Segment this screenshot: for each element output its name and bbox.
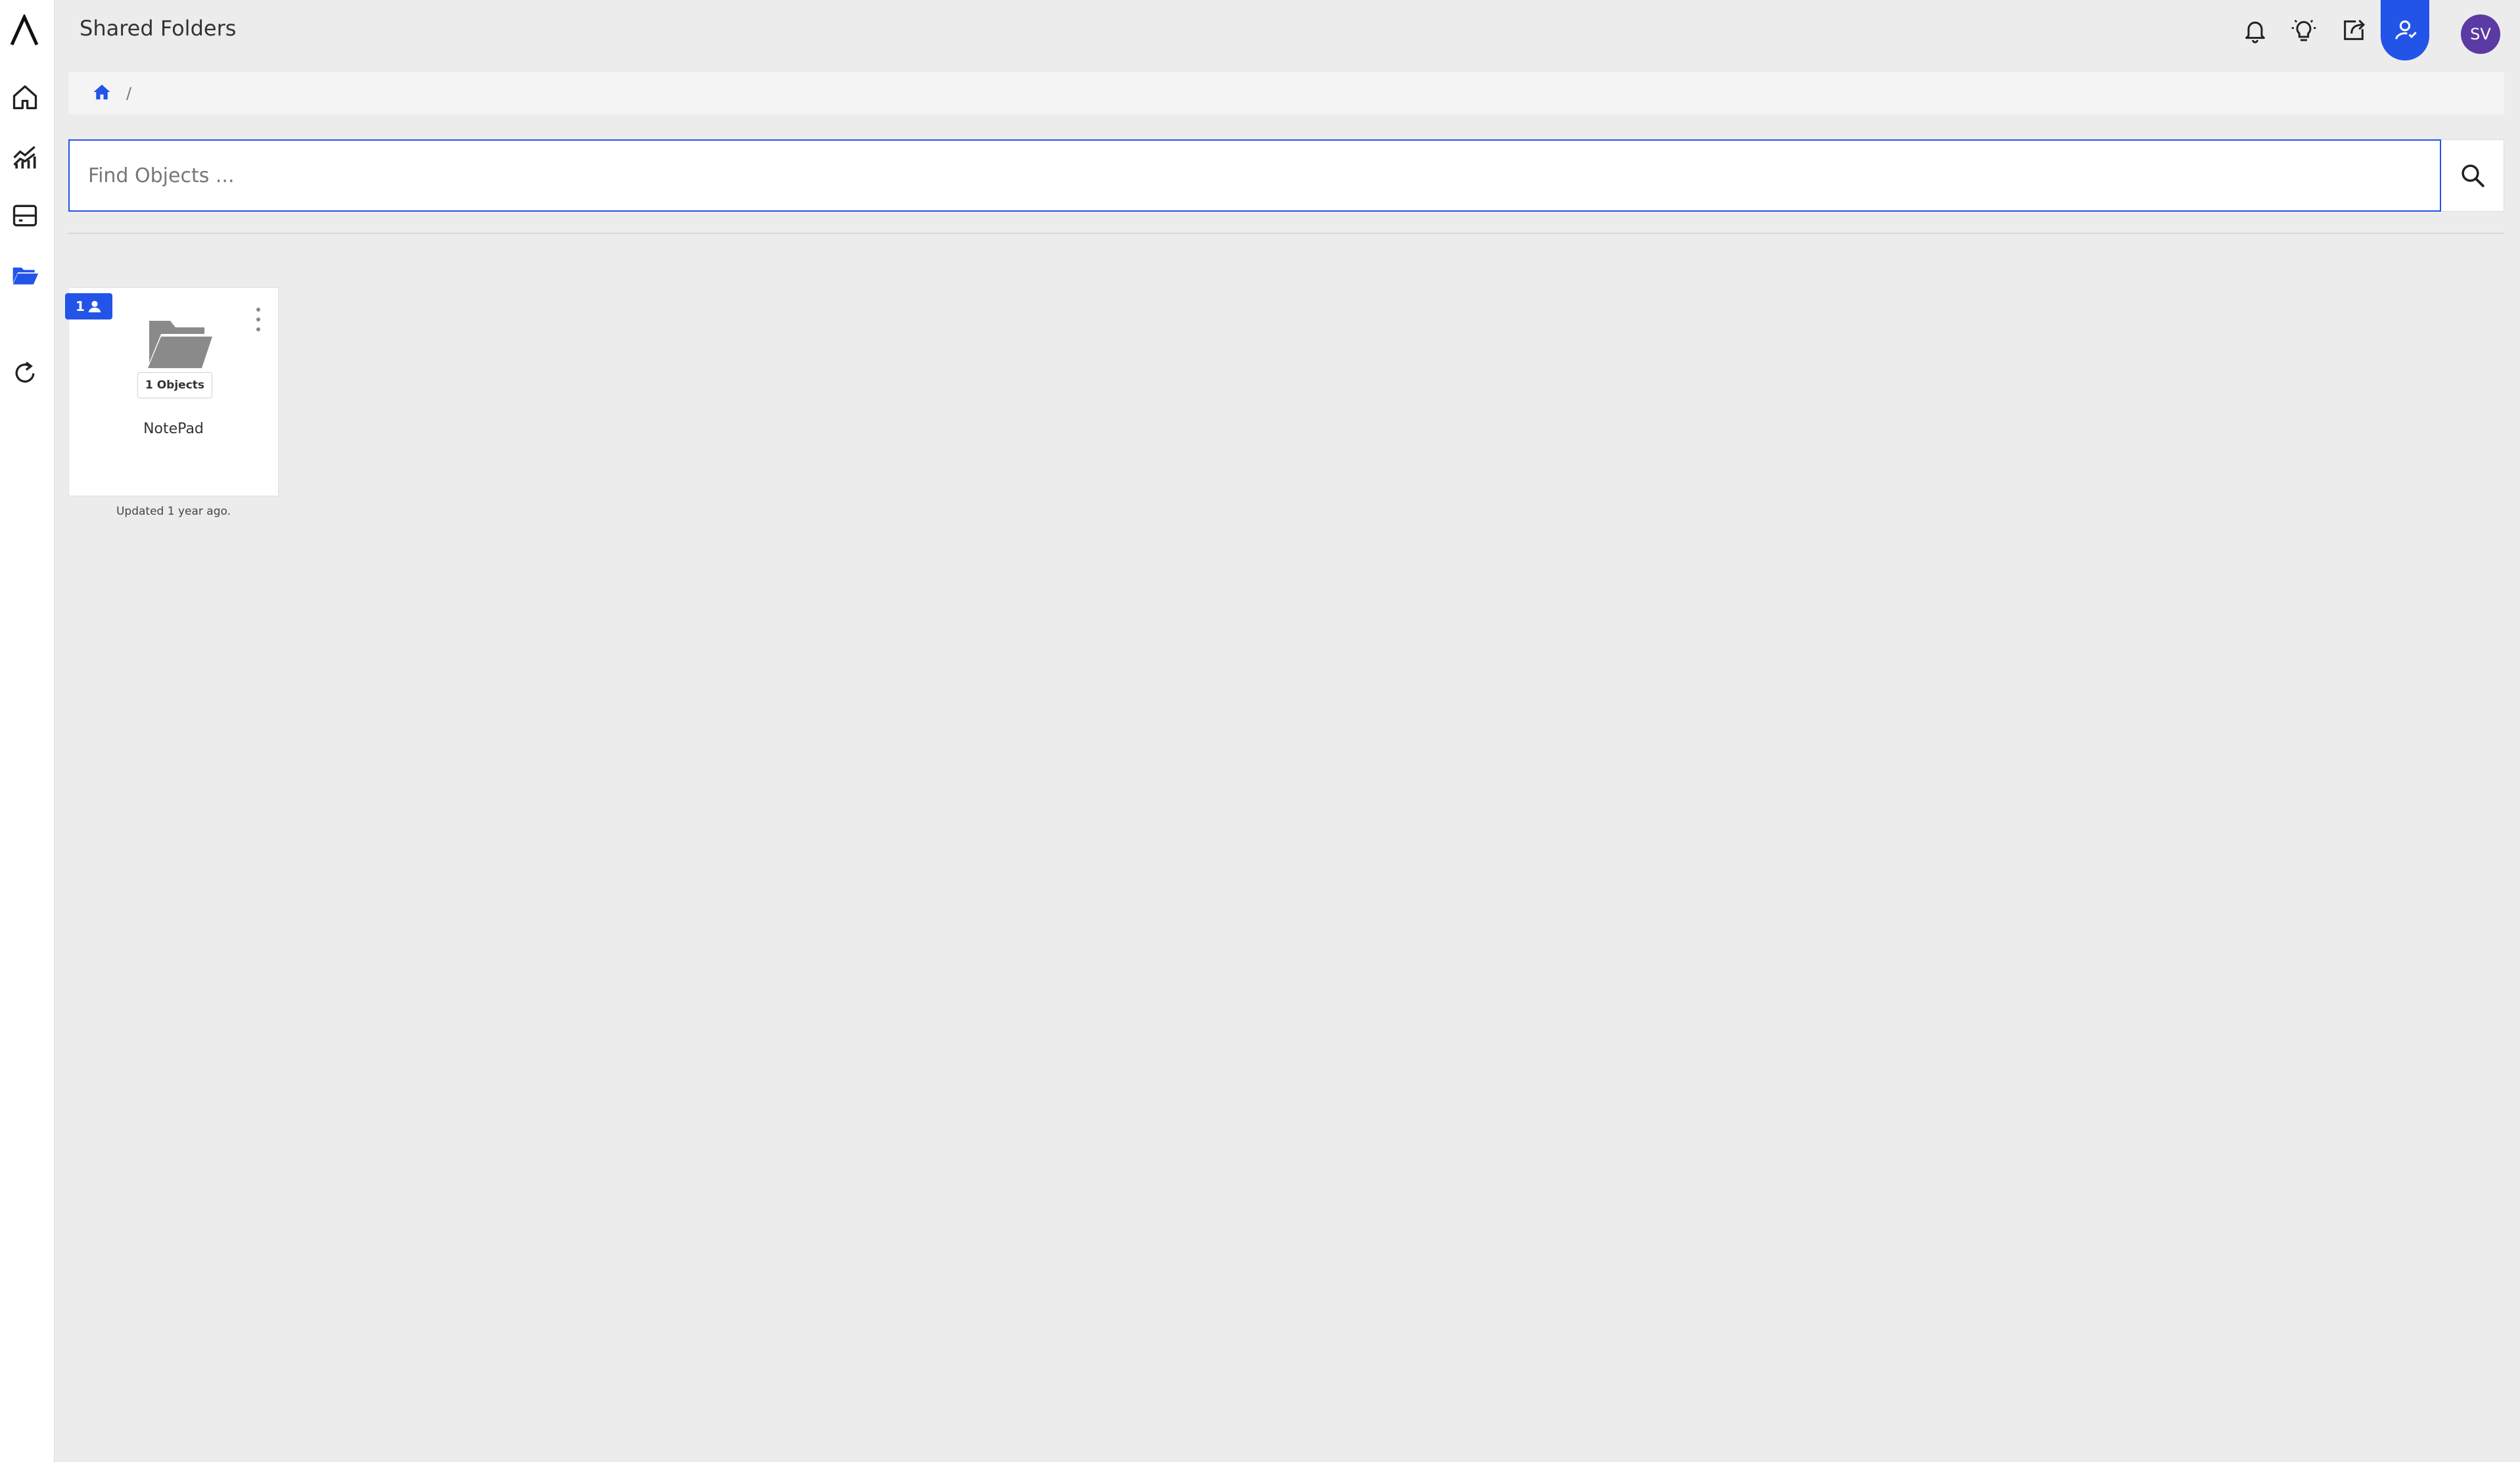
shared-users-count: 1 [76,298,85,314]
app-logo[interactable] [9,12,39,47]
nav-dashboards[interactable] [8,199,42,233]
nav-shared-folders[interactable] [8,258,42,292]
nav-analytics[interactable] [8,139,42,174]
left-sidebar [0,0,55,1462]
home-icon [12,85,37,110]
search-bar [68,139,2504,212]
lightbulb-icon [2291,20,2316,41]
home-icon [93,84,110,100]
search-input[interactable] [68,139,2441,212]
logo-icon [10,12,39,46]
dashboard-icon [12,204,37,227]
folder-icon [148,321,212,368]
top-bar: Shared Folders SV [55,0,2520,60]
nav-home[interactable] [8,80,42,114]
kebab-dot [256,308,260,312]
search-icon [2461,164,2485,187]
user-avatar[interactable]: SV [2461,14,2500,54]
notifications-button[interactable] [2239,14,2271,46]
share-button[interactable] [2338,14,2369,46]
analytics-icon [13,146,36,169]
folder-name: NotePad [143,421,204,437]
folder-open-icon [12,268,39,285]
folder-options-menu[interactable] [252,308,265,331]
user-icon [88,300,101,313]
object-count-badge: 1 Objects [137,372,212,398]
breadcrumb-home[interactable] [92,82,114,105]
insights-button[interactable] [2288,14,2320,46]
section-divider [68,233,2504,234]
shared-users-badge[interactable]: 1 [65,293,112,319]
page-title: Shared Folders [80,16,237,41]
kebab-dot [256,327,260,331]
kebab-dot [256,318,260,321]
bell-icon [2245,21,2265,43]
folder-card[interactable]: 1 1 Objects NotePad [65,287,279,496]
share-icon [2344,19,2366,40]
refresh-icon [15,362,35,383]
breadcrumb-separator: / [126,84,132,103]
folder-updated-time: Updated 1 year ago. [116,505,231,518]
breadcrumb: / [68,72,2504,114]
app-root: Shared Folders SV / Find Objects ... 1 1… [0,0,2520,1462]
nav-refresh[interactable] [8,356,42,390]
user-sharing-button[interactable] [2381,0,2429,60]
search-button[interactable] [2441,139,2504,212]
user-share-icon [2395,20,2417,39]
